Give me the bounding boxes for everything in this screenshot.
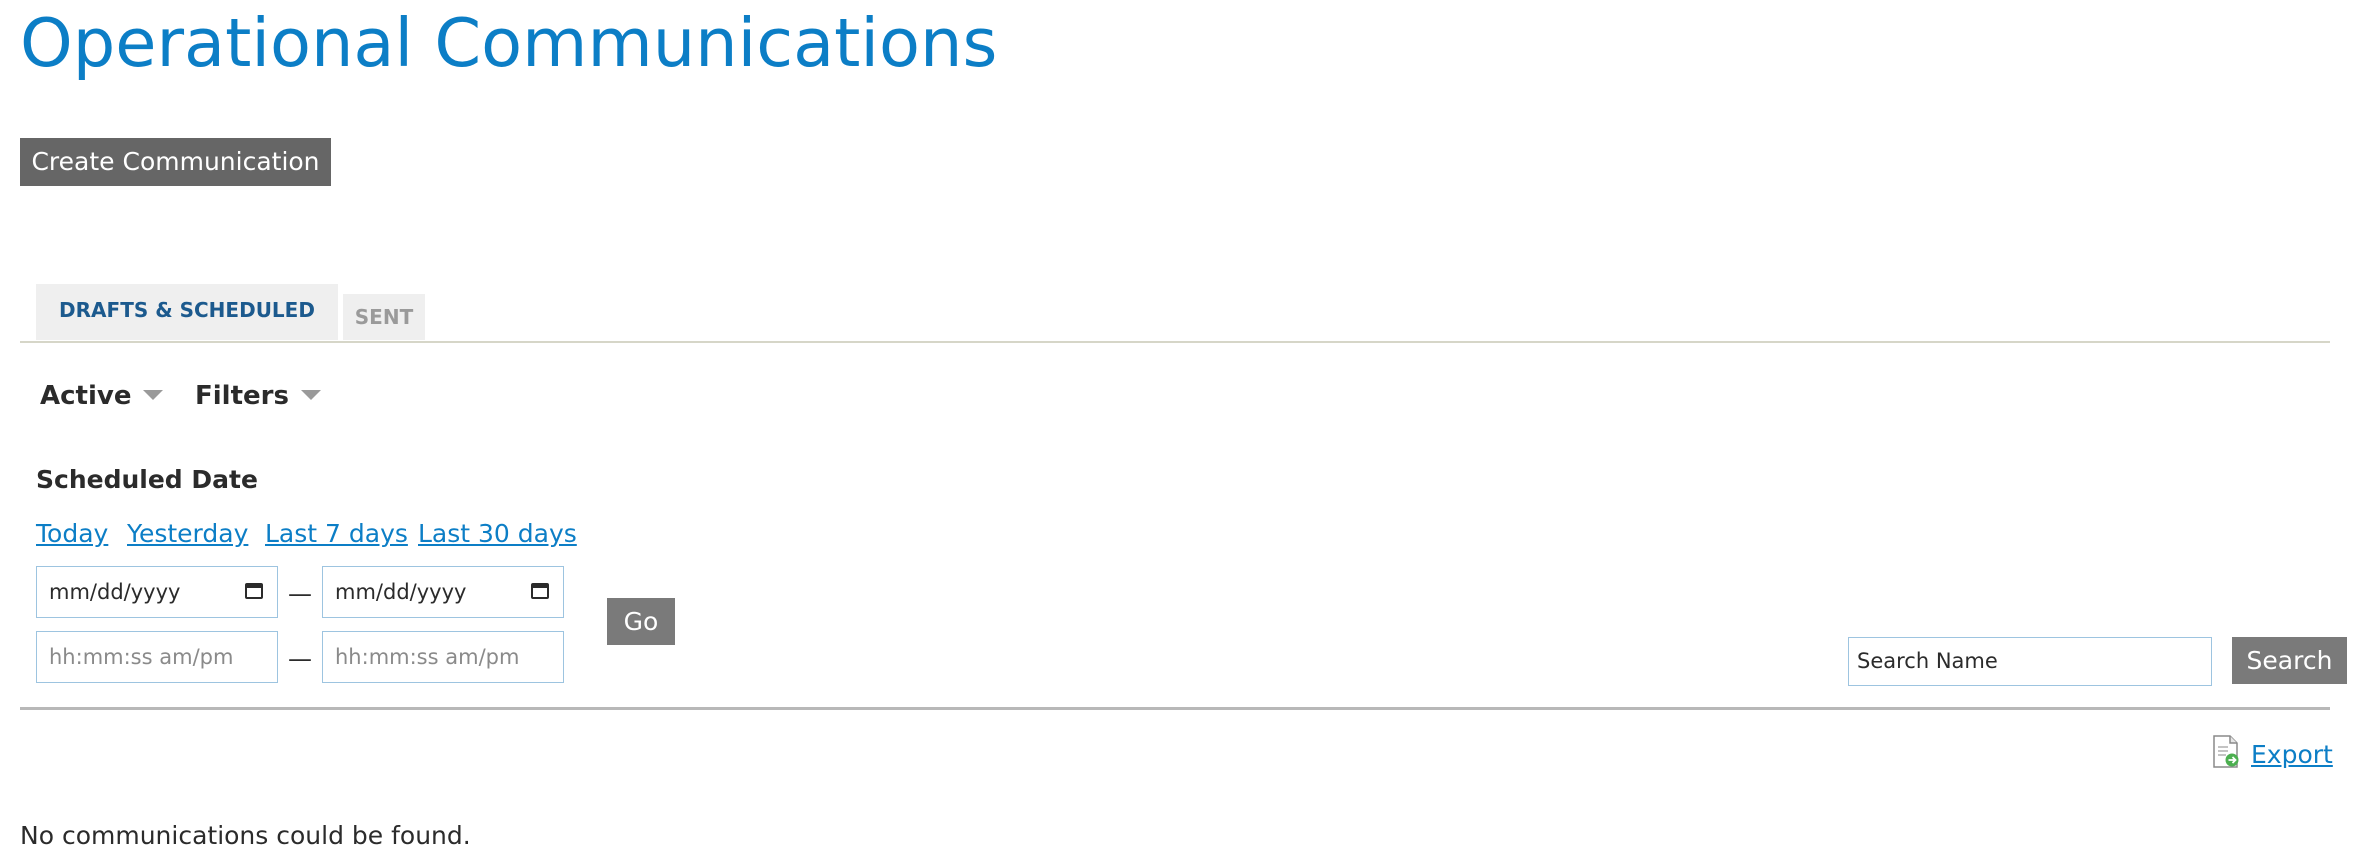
quick-link-last-7-days[interactable]: Last 7 days <box>265 514 408 554</box>
search-name-input[interactable]: Search Name <box>1848 637 2212 686</box>
search-name-placeholder: Search Name <box>1857 649 1998 673</box>
start-date-input[interactable]: mm/dd/yyyy <box>36 566 278 618</box>
tab-drafts-scheduled[interactable]: DRAFTS & SCHEDULED <box>36 284 338 340</box>
caret-down-icon <box>300 389 321 400</box>
time-range-separator: — <box>288 645 312 673</box>
end-date-input[interactable]: mm/dd/yyyy <box>322 566 564 618</box>
start-date-placeholder: mm/dd/yyyy <box>49 580 181 604</box>
export-link[interactable]: Export <box>2251 735 2333 775</box>
operational-communications-page: Operational Communications Create Commun… <box>0 0 2364 863</box>
start-time-placeholder: hh:mm:ss am/pm <box>49 645 234 669</box>
empty-results-message: No communications could be found. <box>20 821 471 850</box>
tab-divider <box>20 341 2330 343</box>
quick-link-today[interactable]: Today <box>36 514 108 554</box>
filters-dropdown[interactable]: Filters <box>195 376 321 416</box>
status-dropdown-label: Active <box>40 381 132 411</box>
search-button[interactable]: Search <box>2232 637 2347 684</box>
page-title: Operational Communications <box>20 4 998 82</box>
end-time-input[interactable]: hh:mm:ss am/pm <box>322 631 564 683</box>
end-time-placeholder: hh:mm:ss am/pm <box>335 645 520 669</box>
filter-divider <box>20 707 2330 710</box>
create-communication-button[interactable]: Create Communication <box>20 138 331 186</box>
start-time-input[interactable]: hh:mm:ss am/pm <box>36 631 278 683</box>
caret-down-icon <box>143 389 164 400</box>
status-dropdown[interactable]: Active <box>40 376 164 416</box>
tab-sent[interactable]: SENT <box>343 294 425 340</box>
go-button[interactable]: Go <box>607 598 675 645</box>
quick-link-yesterday[interactable]: Yesterday <box>127 514 248 554</box>
export-document-icon[interactable] <box>2212 735 2240 769</box>
scheduled-date-label: Scheduled Date <box>36 465 258 494</box>
end-date-placeholder: mm/dd/yyyy <box>335 580 467 604</box>
date-range-separator: — <box>288 580 312 608</box>
filters-dropdown-label: Filters <box>195 381 289 411</box>
calendar-icon[interactable] <box>245 583 263 599</box>
calendar-icon[interactable] <box>531 583 549 599</box>
quick-link-last-30-days[interactable]: Last 30 days <box>418 514 577 554</box>
